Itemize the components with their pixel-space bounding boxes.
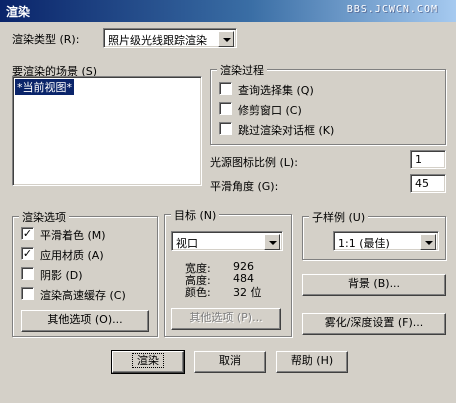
chevron-down-icon[interactable]: [420, 234, 436, 250]
render-type-dropdown[interactable]: 照片级光线跟踪渲染: [103, 28, 237, 48]
smoothing-angle-input[interactable]: 45: [410, 174, 446, 193]
render-button[interactable]: 渲染: [111, 350, 185, 374]
render-type-value: 照片级光线跟踪渲染: [108, 34, 207, 47]
destination-group: 目标 (N) 视口 宽度: 926 高度: 484 颜色: 32 位 其他选项 …: [164, 207, 292, 337]
subsampling-value: 1:1 (最佳): [338, 237, 390, 250]
light-scale-label: 光源图标比例 (L):: [210, 156, 298, 169]
smoothing-angle-label: 平滑角度 (G):: [210, 180, 279, 193]
checkbox-box[interactable]: [219, 82, 232, 95]
render-cache-label: 渲染高速缓存 (C): [40, 289, 126, 302]
destination-dropdown[interactable]: 视口: [171, 231, 283, 251]
checkbox-box[interactable]: [219, 102, 232, 115]
render-options-group: 渲染选项 ✓ 平滑着色 (M) ✓ 应用材质 (A) 阴影 (D) 渲染高速缓存…: [12, 209, 158, 337]
window-title: 渲染: [6, 5, 31, 19]
scenes-listbox[interactable]: *当前视图*: [12, 76, 202, 186]
checkbox-box[interactable]: [21, 267, 34, 280]
list-item[interactable]: *当前视图*: [15, 79, 74, 95]
skip-dialog-label: 跳过渲染对话框 (K): [238, 124, 335, 137]
render-process-title: 渲染过程: [217, 62, 267, 78]
apply-materials-label: 应用材质 (A): [40, 249, 104, 262]
chevron-down-icon[interactable]: [218, 31, 234, 47]
background-button[interactable]: 背景 (B)...: [302, 274, 446, 296]
render-type-label: 渲染类型 (R):: [12, 33, 80, 46]
checkbox-box[interactable]: [21, 287, 34, 300]
checkmark-icon[interactable]: ✓: [21, 227, 34, 240]
watermark: BBS.JCWCN.COM: [346, 4, 438, 15]
light-scale-value: 1: [415, 153, 422, 166]
smoothing-angle-value: 45: [415, 177, 429, 190]
colors-value: 32 位: [233, 286, 262, 299]
chevron-down-icon[interactable]: [264, 234, 280, 250]
destination-more-options-button[interactable]: 其他选项 (P)...: [171, 308, 281, 330]
query-selection-label: 查询选择集 (Q): [238, 84, 314, 97]
fog-depth-button[interactable]: 雾化/深度设置 (F)...: [302, 313, 446, 335]
colors-label: 颜色:: [185, 286, 211, 299]
help-button[interactable]: 帮助 (H): [276, 351, 348, 373]
render-more-options-button[interactable]: 其他选项 (O)...: [21, 310, 149, 332]
subsampling-group: 子样例 (U) 1:1 (最佳): [302, 209, 446, 260]
render-button-label: 渲染: [132, 353, 164, 368]
crop-window-label: 修剪窗口 (C): [238, 104, 302, 117]
destination-value: 视口: [176, 237, 198, 250]
render-process-group: 渲染过程 查询选择集 (Q) 修剪窗口 (C) 跳过渲染对话框 (K): [210, 62, 446, 145]
cancel-button[interactable]: 取消: [194, 351, 266, 373]
render-options-title: 渲染选项: [19, 209, 69, 225]
checkbox-box[interactable]: [219, 122, 232, 135]
subsampling-dropdown[interactable]: 1:1 (最佳): [333, 231, 439, 251]
title-bar[interactable]: 渲染 BBS.JCWCN.COM: [0, 0, 456, 22]
checkmark-icon[interactable]: ✓: [21, 247, 34, 260]
shadows-label: 阴影 (D): [40, 269, 83, 282]
subsampling-title: 子样例 (U): [309, 209, 369, 225]
destination-title: 目标 (N): [171, 207, 220, 223]
smooth-shade-label: 平滑着色 (M): [40, 229, 106, 242]
light-scale-input[interactable]: 1: [410, 150, 446, 169]
